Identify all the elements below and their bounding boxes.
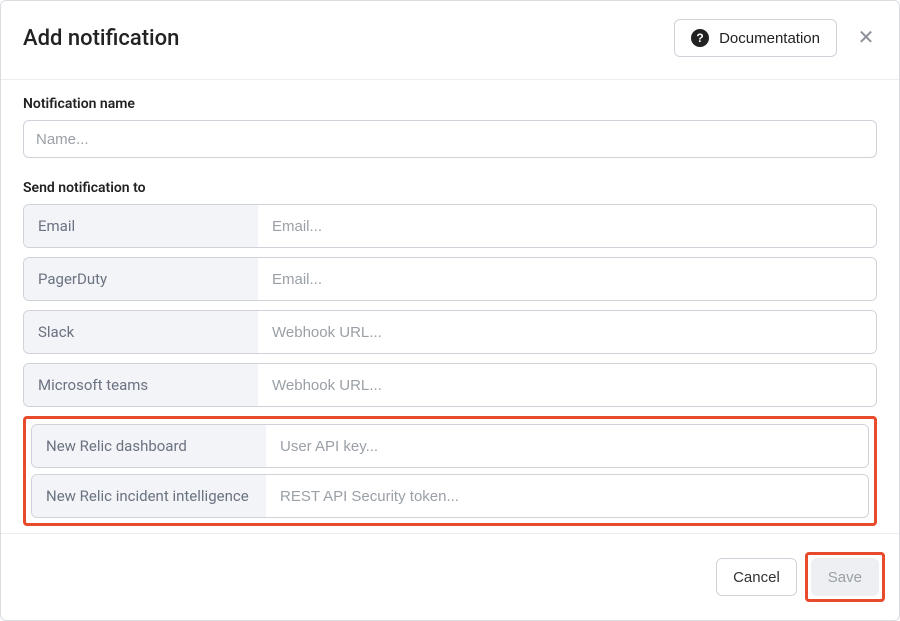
add-notification-modal: Add notification ? Documentation ✕ Notif…: [0, 0, 900, 621]
send-notification-section: Send notification to Email PagerDuty Sla…: [23, 180, 877, 526]
channel-row-newrelic-dashboard: New Relic dashboard: [31, 424, 869, 468]
notification-name-section: Notification name: [23, 96, 877, 158]
question-circle-icon: ?: [691, 29, 709, 47]
notification-name-input[interactable]: [23, 120, 877, 158]
channel-label: New Relic dashboard: [32, 425, 266, 467]
channel-row-slack: Slack: [23, 310, 877, 354]
close-button[interactable]: ✕: [855, 27, 877, 49]
channel-label: Email: [24, 205, 258, 247]
channel-label: Slack: [24, 311, 258, 353]
channel-input-slack[interactable]: [258, 311, 876, 353]
channel-input-newrelic-incident[interactable]: [266, 475, 868, 517]
channel-label: Microsoft teams: [24, 364, 258, 406]
cancel-button[interactable]: Cancel: [716, 558, 797, 596]
modal-footer: Cancel Save: [1, 533, 899, 620]
channel-input-email[interactable]: [258, 205, 876, 247]
send-notification-label: Send notification to: [23, 180, 877, 196]
modal-header: Add notification ? Documentation ✕: [1, 1, 899, 80]
notification-name-label: Notification name: [23, 96, 877, 112]
channel-input-pagerduty[interactable]: [258, 258, 876, 300]
channel-input-newrelic-dashboard[interactable]: [266, 425, 868, 467]
channel-label: PagerDuty: [24, 258, 258, 300]
channel-row-email: Email: [23, 204, 877, 248]
save-button-highlight: Save: [805, 552, 885, 602]
highlighted-channels: New Relic dashboard New Relic incident i…: [23, 416, 877, 526]
modal-title: Add notification: [23, 26, 179, 51]
channel-row-newrelic-incident: New Relic incident intelligence: [31, 474, 869, 518]
documentation-button[interactable]: ? Documentation: [674, 19, 837, 57]
header-actions: ? Documentation ✕: [674, 19, 877, 57]
close-icon: ✕: [858, 28, 875, 48]
channel-input-microsoft-teams[interactable]: [258, 364, 876, 406]
documentation-button-label: Documentation: [719, 30, 820, 47]
channel-row-pagerduty: PagerDuty: [23, 257, 877, 301]
save-button[interactable]: Save: [811, 558, 879, 596]
channel-label: New Relic incident intelligence: [32, 475, 266, 517]
channel-list: Email PagerDuty Slack: [23, 204, 877, 526]
modal-body: Notification name Send notification to E…: [1, 80, 899, 533]
channel-row-microsoft-teams: Microsoft teams: [23, 363, 877, 407]
